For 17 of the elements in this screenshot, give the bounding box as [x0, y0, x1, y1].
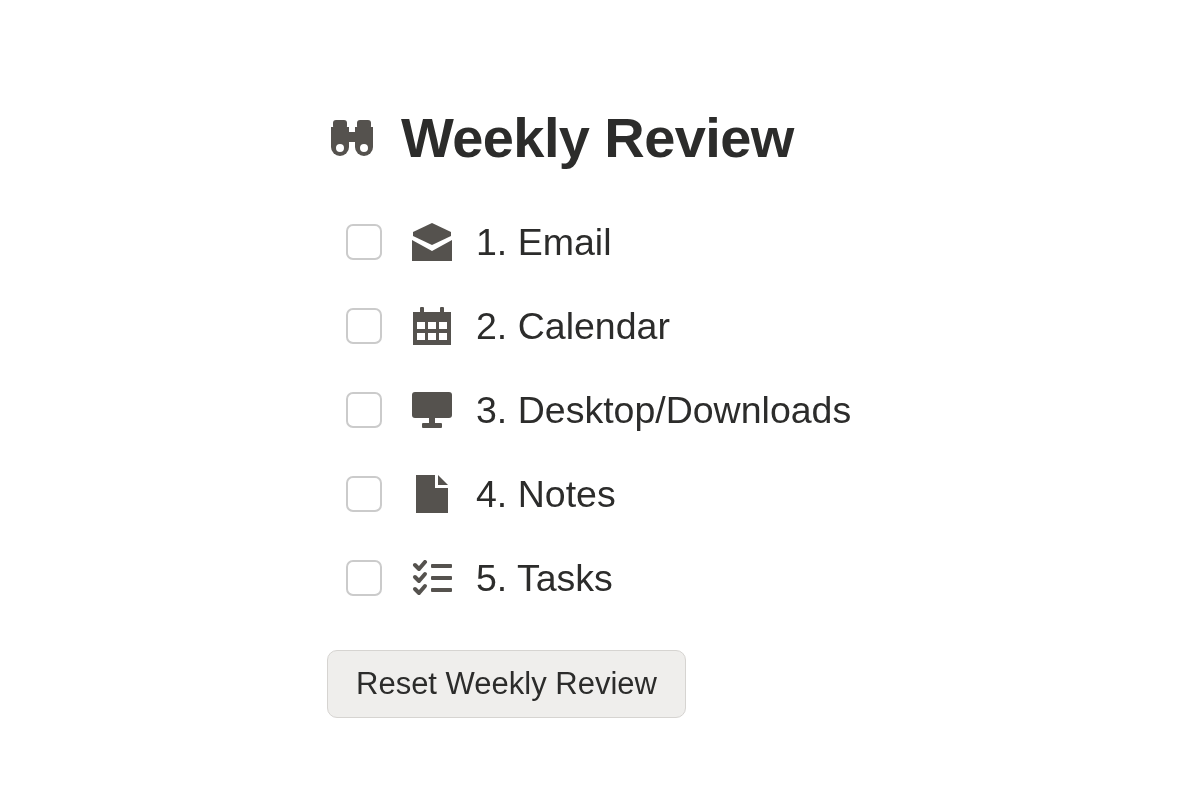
reset-button[interactable]: Reset Weekly Review — [327, 650, 686, 718]
desktop-monitor-icon — [412, 392, 452, 428]
checkbox[interactable] — [346, 308, 382, 344]
checklist-item-label: 2. Calendar — [476, 303, 670, 349]
checklist-item-label: 1. Email — [476, 219, 612, 265]
checkbox[interactable] — [346, 392, 382, 428]
checkbox[interactable] — [346, 476, 382, 512]
calendar-icon — [413, 307, 451, 345]
checkbox[interactable] — [346, 560, 382, 596]
checklist-icon — [412, 560, 452, 596]
checklist-item-label: 3. Desktop/Downloads — [476, 387, 852, 433]
checklist-item-label: 4. Notes — [476, 471, 616, 517]
envelope-open-icon — [412, 223, 452, 261]
checklist-item-label: 5. Tasks — [476, 555, 613, 601]
binoculars-icon — [330, 120, 374, 156]
document-icon — [416, 475, 448, 513]
checkbox[interactable] — [346, 224, 382, 260]
